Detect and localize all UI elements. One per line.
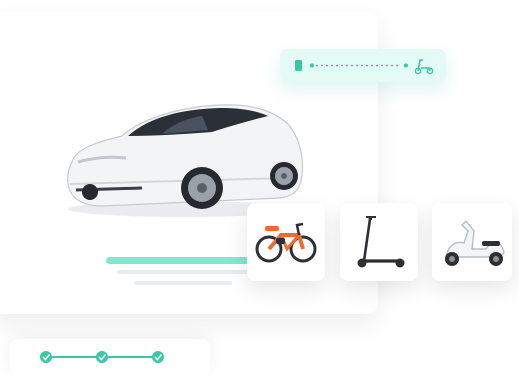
route-indicator [280,49,446,82]
placeholder-line [134,281,232,285]
vehicle-option-kick-scooter[interactable] [340,203,418,281]
progress-steps [10,339,210,375]
step-complete-icon [152,351,164,363]
vehicle-option-moped[interactable] [432,203,512,281]
placeholder-line [117,270,249,274]
car-image [67,104,304,217]
step-complete-icon [96,351,108,363]
scooter-icon [414,59,434,75]
step-complete-icon [40,351,52,363]
phone-icon [295,60,302,71]
vehicle-option-ebike[interactable] [247,203,325,281]
kick-scooter-icon [357,216,405,268]
highlight-bar [106,257,266,264]
ebike-icon [255,222,317,263]
moped-icon [445,219,505,266]
